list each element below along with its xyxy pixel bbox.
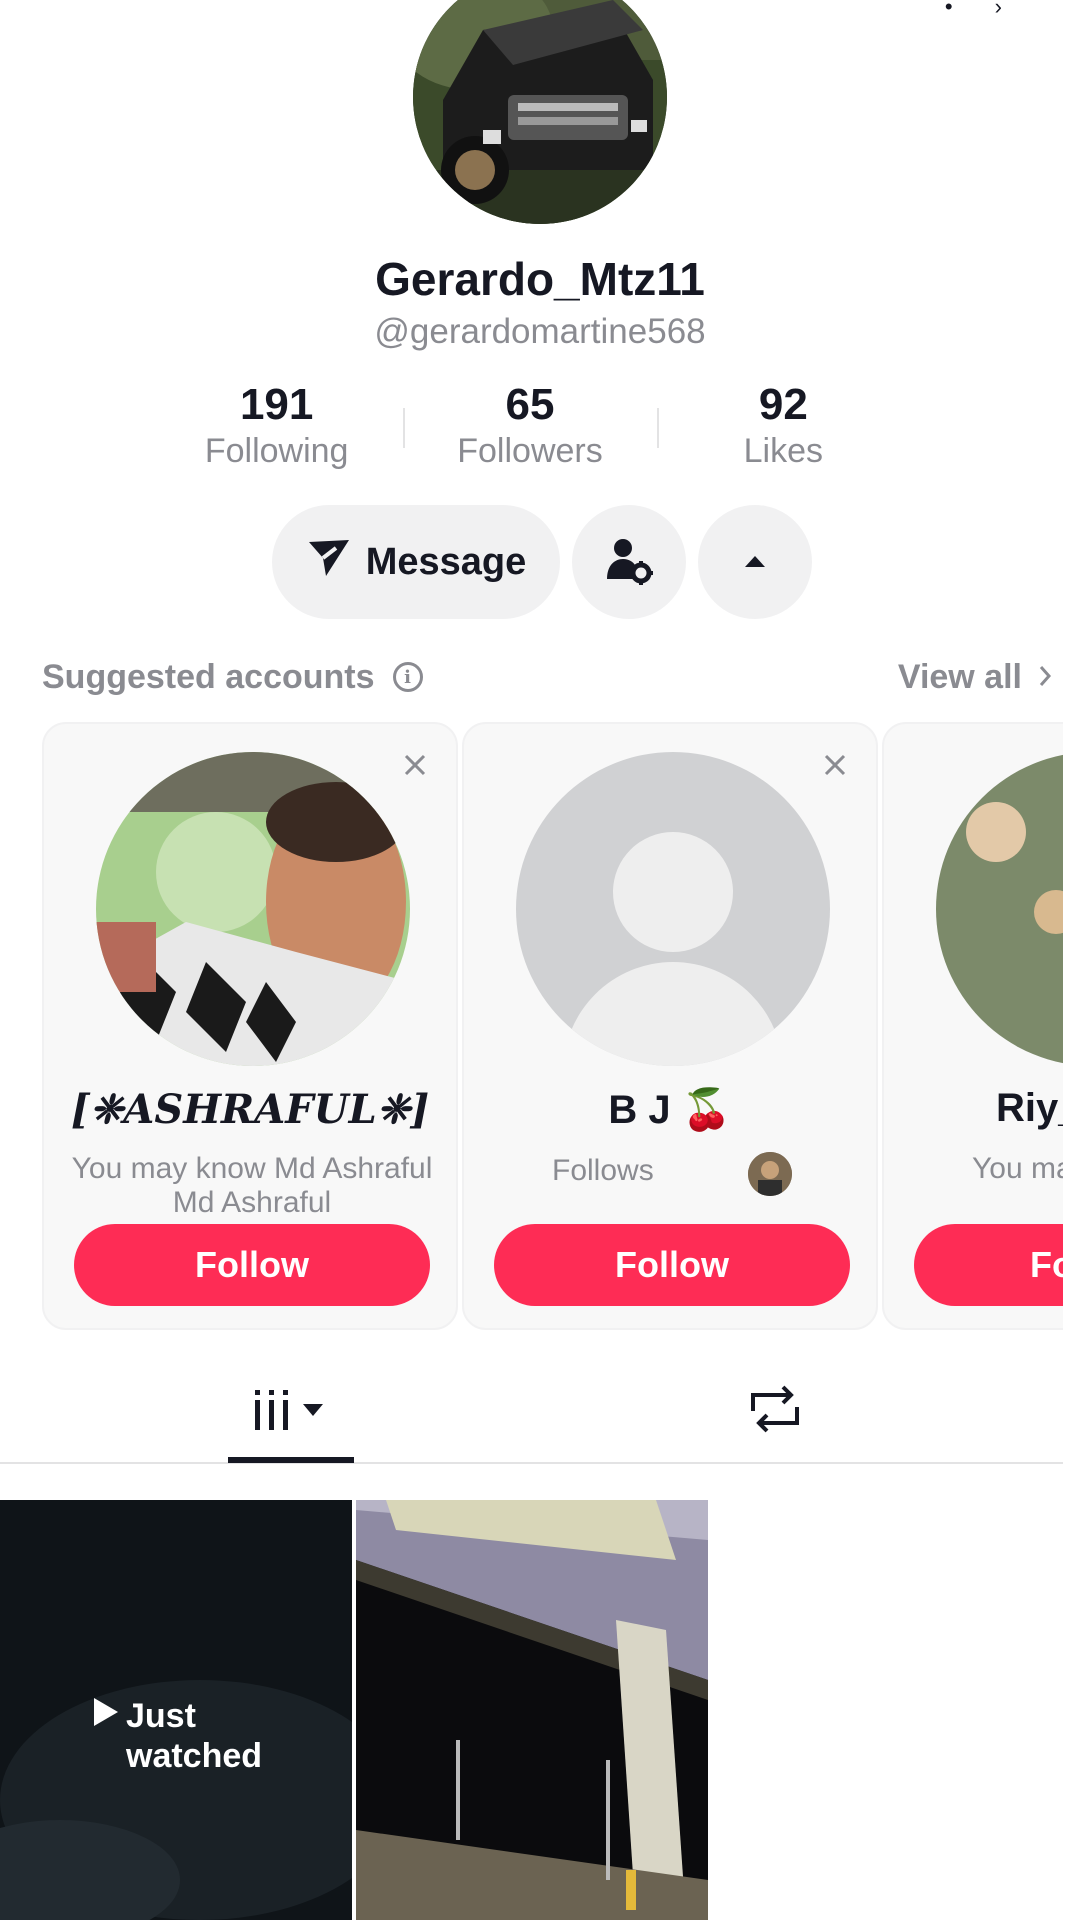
videos-grid-icon: [251, 1384, 331, 1439]
suggested-avatar[interactable]: [96, 752, 410, 1066]
collapse-suggestions-button[interactable]: [698, 505, 812, 619]
top-bar-remnant: • ›: [944, 0, 1020, 19]
tab-videos[interactable]: [228, 1360, 354, 1462]
video-tile[interactable]: [356, 1500, 708, 1920]
view-all-label: View all: [897, 657, 1022, 696]
follow-button[interactable]: Follow: [74, 1224, 430, 1306]
profile-settings-button[interactable]: [572, 505, 686, 619]
dismiss-close-icon[interactable]: [398, 748, 432, 782]
profile-avatar[interactable]: [413, 0, 667, 224]
default-avatar-icon[interactable]: [516, 752, 830, 1066]
suggested-subtitle: You may know Md Ashraful Md Ashraful: [71, 1152, 433, 1219]
stat-following-label: Following: [204, 432, 349, 470]
profile-page: • › Gerardo_Mtz11 @gerardomartine568 191…: [0, 0, 1080, 1920]
suggested-card: B J 🍒 Follows Follow: [462, 722, 878, 1330]
tab-reposts[interactable]: [730, 1360, 820, 1462]
stat-followers-count: 65: [505, 380, 555, 429]
follow-button[interactable]: Fo: [914, 1224, 1080, 1306]
repost-icon: [745, 1381, 805, 1442]
message-button[interactable]: Message: [272, 505, 560, 619]
profile-actions: Message: [272, 505, 812, 619]
profile-display-name: Gerardo_Mtz11: [375, 253, 705, 305]
stat-divider: [656, 408, 659, 448]
view-all-link[interactable]: View all: [898, 658, 1052, 697]
stat-likes[interactable]: 92 Likes: [656, 380, 910, 472]
stat-followers[interactable]: 65 Followers: [403, 380, 656, 472]
suggested-name: [❈ASHRAFUL❈]: [70, 1086, 430, 1133]
send-icon: [306, 534, 352, 590]
user-gear-icon: [603, 535, 655, 590]
suggested-name: B J 🍒: [608, 1088, 732, 1132]
just-watched-label: Just watched: [126, 1697, 263, 1775]
suggested-card: [❈ASHRAFUL❈] You may know Md Ashraful Md…: [42, 722, 458, 1330]
suggested-avatar[interactable]: [936, 752, 1080, 1066]
dismiss-close-icon[interactable]: [818, 748, 852, 782]
active-tab-indicator: [228, 1457, 354, 1463]
stat-followers-label: Followers: [457, 432, 603, 470]
play-icon: [90, 1696, 120, 1737]
stat-likes-label: Likes: [743, 432, 823, 470]
suggested-subtitle: Follows: [552, 1154, 654, 1187]
stat-likes-count: 92: [758, 380, 808, 429]
info-icon[interactable]: i: [392, 662, 423, 692]
video-grid: Just watched: [0, 1500, 1063, 1920]
chevron-right-icon: [1038, 658, 1052, 697]
profile-stats: 191 Following 65 Followers 92 Likes: [150, 380, 910, 480]
video-tile[interactable]: Just watched: [0, 1500, 352, 1920]
profile-content-tabs: [0, 1360, 1063, 1464]
stat-divider: [403, 408, 406, 448]
caret-up-icon: [743, 553, 767, 572]
stat-following-count: 191: [239, 380, 314, 429]
mutual-follower-avatar: [748, 1152, 792, 1196]
just-watched-overlay: Just watched: [90, 1696, 276, 1776]
suggested-card: Riy_ You ma Y Fo: [882, 722, 1080, 1330]
suggested-accounts-carousel[interactable]: [❈ASHRAFUL❈] You may know Md Ashraful Md…: [42, 722, 1080, 1332]
message-label: Message: [365, 540, 527, 583]
suggested-accounts-title: Suggested accounts: [42, 657, 375, 696]
suggested-accounts-header: Suggested accounts i View all: [42, 652, 1052, 702]
stat-following[interactable]: 191 Following: [150, 380, 403, 472]
follow-button[interactable]: Follow: [494, 1224, 850, 1306]
right-edge: [1063, 0, 1080, 1920]
profile-handle: @gerardomartine568: [374, 312, 706, 351]
